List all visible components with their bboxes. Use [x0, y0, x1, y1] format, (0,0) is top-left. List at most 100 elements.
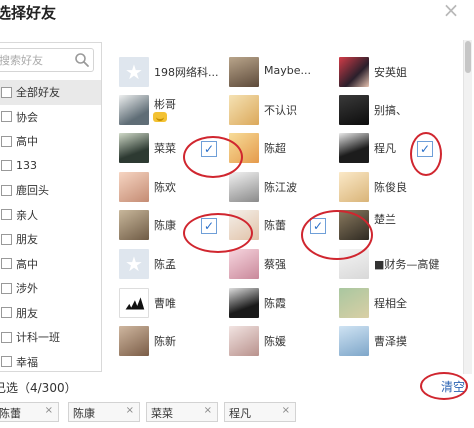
- search-icon[interactable]: [74, 52, 90, 68]
- chip-remove-icon[interactable]: ×: [45, 405, 53, 416]
- group-checkbox[interactable]: [1, 184, 12, 196]
- selected-chip: 程凡 ×: [224, 402, 296, 422]
- group-label: 计科一班: [16, 331, 60, 345]
- group-item[interactable]: 幸福: [0, 350, 101, 372]
- group-item-all[interactable]: 全部好友: [0, 80, 101, 105]
- group-label: 朋友: [16, 233, 38, 247]
- avatar: [119, 133, 149, 163]
- friend-item[interactable]: 陈媛: [229, 326, 339, 356]
- avatar: [339, 210, 369, 240]
- friend-item[interactable]: ■财务—高健: [339, 249, 449, 279]
- avatar: [339, 249, 369, 279]
- group-item[interactable]: 协会: [0, 105, 101, 130]
- chip-remove-icon[interactable]: ×: [204, 405, 212, 416]
- group-item[interactable]: 133: [0, 154, 101, 179]
- group-item[interactable]: 高中: [0, 129, 101, 154]
- avatar: [229, 249, 259, 279]
- group-item[interactable]: 鹿回头: [0, 178, 101, 203]
- group-checkbox[interactable]: [1, 258, 12, 270]
- selected-chip: 菜菜 ×: [146, 402, 218, 422]
- friend-item[interactable]: 198网络科...: [119, 57, 229, 87]
- friend-item[interactable]: 陈俊良: [339, 172, 449, 202]
- default-avatar-icon: [119, 249, 149, 279]
- friend-item[interactable]: 程相全: [339, 288, 449, 318]
- friend-name: 菜菜: [154, 142, 176, 155]
- group-item[interactable]: 高中: [0, 252, 101, 277]
- group-item[interactable]: 计科一班: [0, 325, 101, 350]
- friend-item[interactable]: 不认识: [229, 95, 339, 125]
- selected-check-icon[interactable]: ✓: [201, 141, 217, 157]
- avatar: [229, 172, 259, 202]
- avatar: [229, 133, 259, 163]
- clear-button[interactable]: 清空: [441, 378, 465, 395]
- group-checkbox[interactable]: [1, 86, 12, 98]
- dialog-title: 选择好友: [0, 4, 57, 22]
- friend-item[interactable]: 陈欢: [119, 172, 229, 202]
- avatar: [339, 326, 369, 356]
- friend-item[interactable]: Maybe...: [229, 57, 339, 87]
- friend-panel: 198网络科... Maybe... 安英姐 彬哥 不认识: [103, 42, 474, 372]
- adidas-logo-avatar: [119, 288, 149, 318]
- avatar: [229, 326, 259, 356]
- group-checkbox[interactable]: [1, 233, 12, 245]
- chip-label: 菜菜: [151, 407, 173, 420]
- group-checkbox[interactable]: [1, 209, 12, 221]
- friend-item[interactable]: 陈新: [119, 326, 229, 356]
- friend-item[interactable]: 曹唯: [119, 288, 229, 318]
- avatar: [229, 210, 259, 240]
- group-label: 133: [16, 159, 37, 173]
- group-checkbox[interactable]: [1, 356, 12, 368]
- group-item[interactable]: 朋友: [0, 301, 101, 326]
- group-item[interactable]: 朋友: [0, 227, 101, 252]
- friend-item[interactable]: 陈江波: [229, 172, 339, 202]
- group-checkbox[interactable]: [1, 135, 12, 147]
- selected-check-icon[interactable]: ✓: [201, 218, 217, 234]
- friend-name: ■财务—高健: [374, 258, 440, 271]
- group-item[interactable]: 亲人: [0, 203, 101, 228]
- group-panel: 全部好友 协会 高中 133 鹿回头 亲人 朋友 高中 涉外 朋友 计科一班 幸…: [0, 42, 102, 372]
- group-label: 高中: [16, 135, 38, 149]
- group-checkbox[interactable]: [1, 282, 12, 294]
- friend-item[interactable]: 蔡强: [229, 249, 339, 279]
- search-box: [0, 48, 94, 72]
- friend-name: 198网络科...: [154, 66, 219, 79]
- friend-name: 程凡: [374, 142, 396, 155]
- friend-name: 不认识: [264, 104, 297, 117]
- friend-name: 彬哥: [154, 98, 176, 111]
- friend-item[interactable]: 安英姐: [339, 57, 449, 87]
- selected-check-icon[interactable]: ✓: [417, 141, 433, 157]
- friend-name: 蔡强: [264, 258, 286, 271]
- close-icon[interactable]: ×: [441, 0, 461, 21]
- chip-remove-icon[interactable]: ×: [282, 405, 290, 416]
- friend-item[interactable]: 曹泽摸: [339, 326, 449, 356]
- group-label: 涉外: [16, 282, 38, 296]
- avatar: [229, 95, 259, 125]
- friend-name: 陈超: [264, 142, 286, 155]
- chip-label: 程凡: [229, 407, 251, 420]
- friend-name: 陈欢: [154, 181, 176, 194]
- friend-item[interactable]: 陈霞: [229, 288, 339, 318]
- friend-name: 陈俊良: [374, 181, 407, 194]
- adidas-logo-icon: [125, 297, 145, 310]
- group-item[interactable]: 涉外: [0, 276, 101, 301]
- search-input[interactable]: [0, 51, 69, 69]
- friend-item[interactable]: 陈孟: [119, 249, 229, 279]
- friend-item[interactable]: 别搞、: [339, 95, 449, 125]
- friend-item[interactable]: 彬哥: [119, 95, 229, 125]
- group-checkbox[interactable]: [1, 111, 12, 123]
- group-checkbox[interactable]: [1, 307, 12, 319]
- group-label: 高中: [16, 257, 38, 271]
- scrollbar-thumb[interactable]: [465, 41, 471, 73]
- group-checkbox[interactable]: [1, 160, 12, 172]
- selected-count: 已选（4/300）: [0, 381, 77, 395]
- friend-item[interactable]: 楚兰: [339, 210, 449, 240]
- chip-remove-icon[interactable]: ×: [126, 405, 134, 416]
- selected-check-icon[interactable]: ✓: [310, 218, 326, 234]
- friend-name: 别搞、: [374, 104, 407, 117]
- group-checkbox[interactable]: [1, 331, 12, 343]
- friend-list-scrollbar[interactable]: [463, 40, 472, 374]
- friend-name: 陈霞: [264, 297, 286, 310]
- group-label: 亲人: [16, 208, 38, 222]
- friend-item[interactable]: 陈超: [229, 133, 339, 163]
- group-label: 鹿回头: [16, 184, 49, 198]
